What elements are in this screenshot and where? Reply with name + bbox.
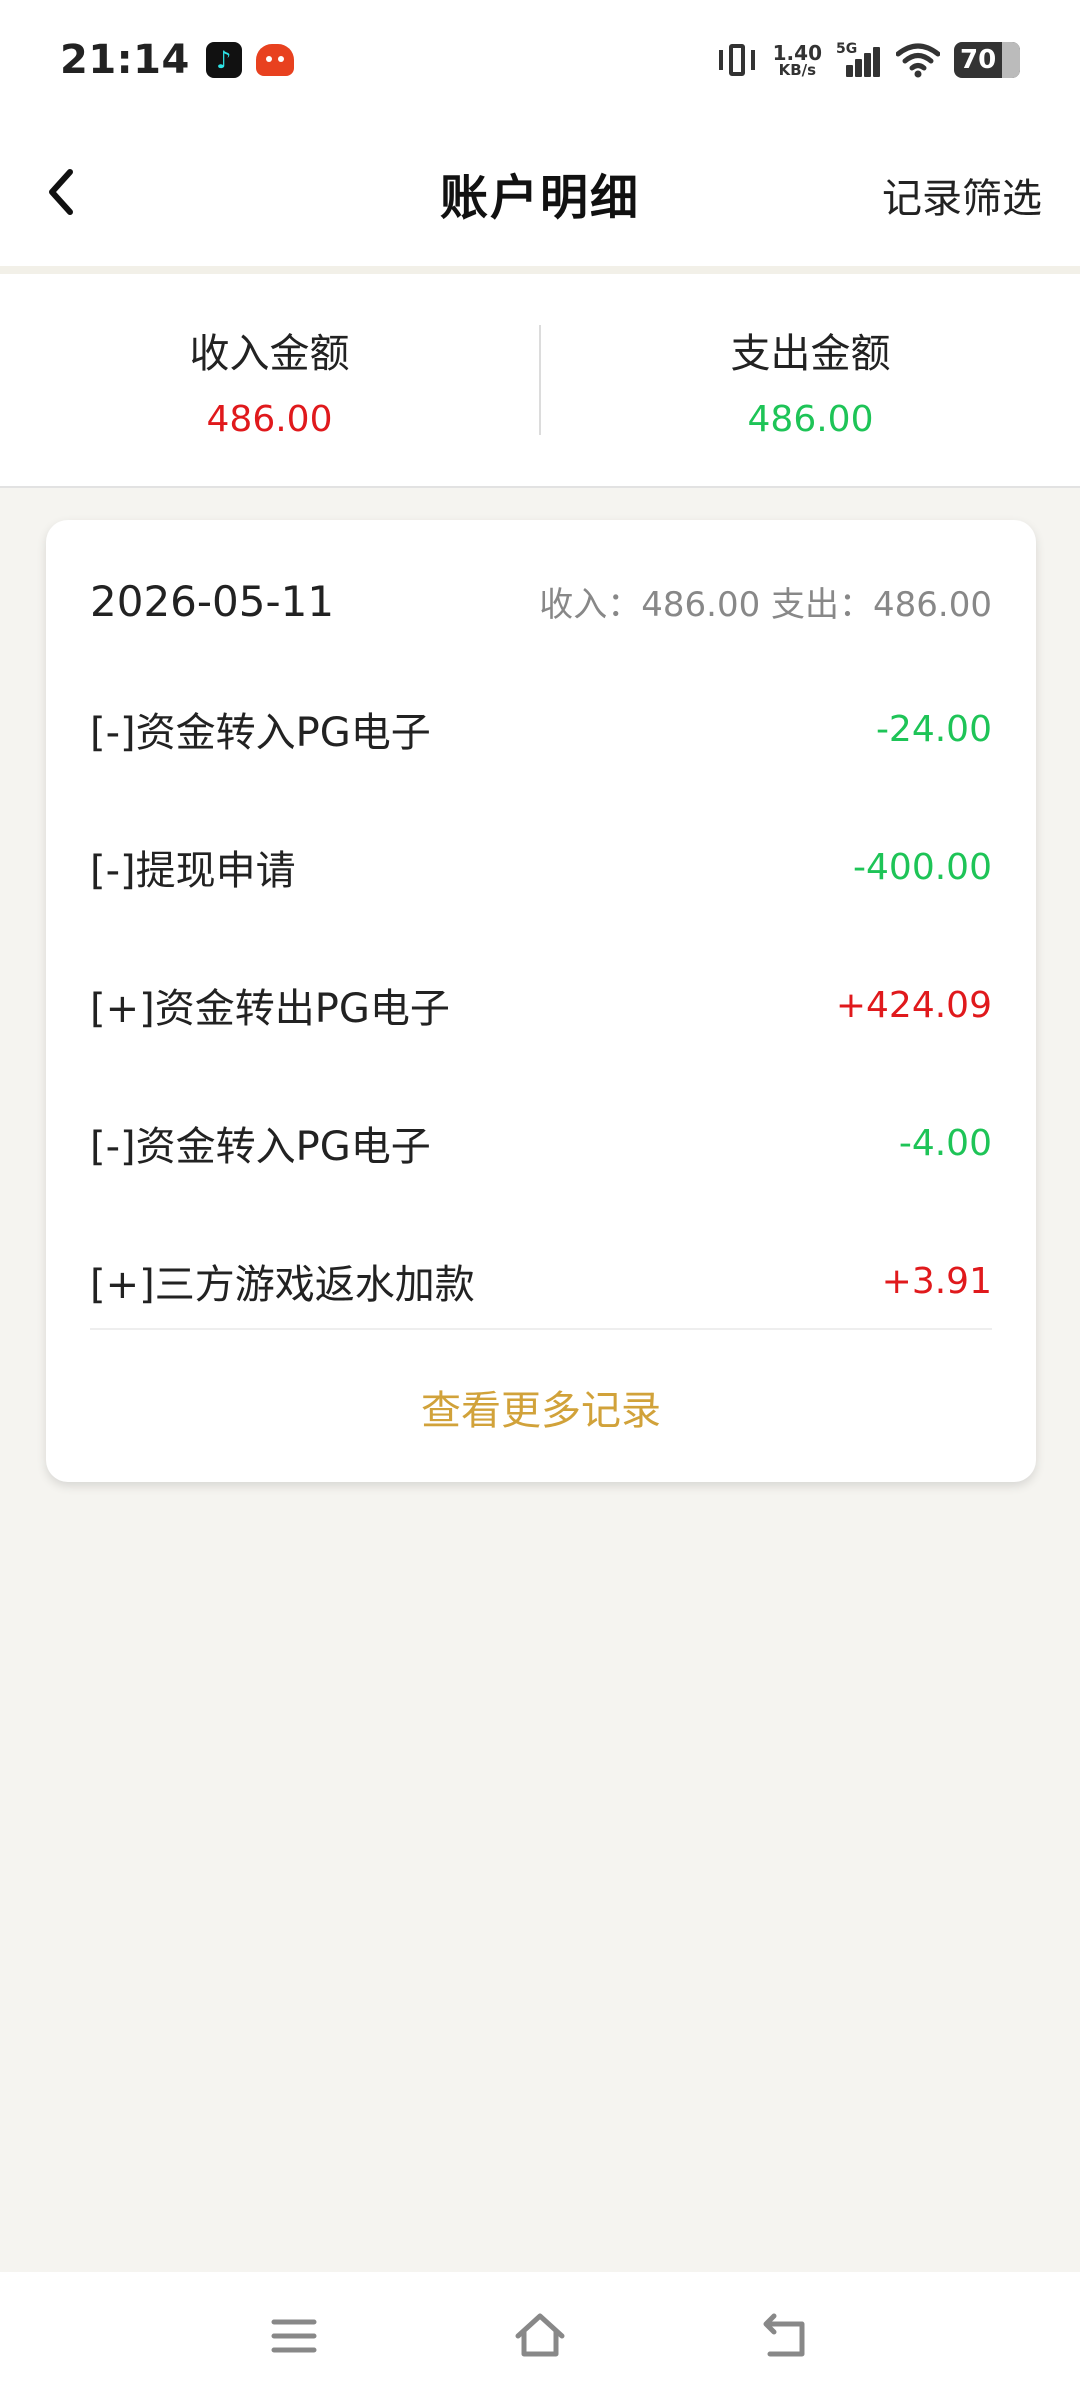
expense-value: 486.00 bbox=[747, 398, 874, 440]
record-label: [+]三方游戏返水加款 bbox=[90, 1262, 475, 1308]
income-summary: 收入金额 486.00 bbox=[0, 274, 539, 486]
menu-icon[interactable] bbox=[266, 2308, 322, 2364]
divider bbox=[0, 266, 1080, 274]
record-filter-button[interactable]: 记录筛选 bbox=[882, 166, 1042, 224]
record-label: [+]资金转出PG电子 bbox=[90, 986, 450, 1032]
income-label: 收入金额 bbox=[189, 330, 350, 377]
income-value: 486.00 bbox=[206, 398, 333, 440]
page-title: 账户明细 bbox=[439, 170, 640, 226]
back-arrow-icon[interactable] bbox=[40, 162, 80, 222]
record-amount: -400.00 bbox=[853, 846, 992, 888]
record-row[interactable]: [-]资金转入PG电子 -24.00 bbox=[90, 660, 992, 798]
record-row[interactable]: [-]资金转入PG电子 -4.00 bbox=[90, 1074, 992, 1212]
battery-icon: 70 bbox=[954, 42, 1020, 78]
battery-level: 70 bbox=[960, 45, 997, 75]
view-more-records-button[interactable]: 查看更多记录 bbox=[46, 1332, 1036, 1482]
system-nav-bar bbox=[0, 2272, 1080, 2400]
record-amount: -24.00 bbox=[875, 708, 992, 750]
network-speed-value: 1.40 bbox=[772, 40, 822, 65]
record-date: 2026-05-11 bbox=[90, 576, 335, 626]
nav-bar: 账户明细 记录筛选 bbox=[0, 120, 1080, 266]
record-list: [-]资金转入PG电子 -24.00 [-]提现申请 -400.00 [+]资金… bbox=[90, 660, 992, 1350]
record-label: [-]资金转入PG电子 bbox=[90, 710, 431, 756]
record-label: [-]资金转入PG电子 bbox=[90, 1124, 431, 1170]
game-app-icon bbox=[255, 44, 294, 76]
day-totals: 收入：486.00 支出：486.00 bbox=[539, 584, 992, 625]
record-row[interactable]: [+]资金转出PG电子 +424.09 bbox=[90, 936, 992, 1074]
tiktok-icon: ♪ bbox=[205, 42, 242, 78]
expense-summary: 支出金额 486.00 bbox=[541, 274, 1080, 486]
vibrate-icon bbox=[715, 42, 759, 78]
expense-label: 支出金额 bbox=[730, 330, 891, 377]
card-divider bbox=[90, 1328, 992, 1330]
record-label: [-]提现申请 bbox=[90, 848, 296, 894]
signal-icon: 5G bbox=[836, 41, 882, 79]
network-speed-unit: KB/s bbox=[778, 60, 817, 79]
wifi-icon bbox=[896, 43, 940, 78]
record-amount: -4.00 bbox=[898, 1122, 992, 1164]
status-time: 21:14 bbox=[60, 37, 190, 83]
record-amount: +3.91 bbox=[881, 1260, 992, 1302]
record-amount: +424.09 bbox=[835, 984, 992, 1026]
network-type: 5G bbox=[836, 41, 858, 57]
network-speed: 1.40 KB/s bbox=[773, 43, 822, 78]
status-indicators: 1.40 KB/s 5G 70 bbox=[715, 41, 1020, 79]
back-icon[interactable] bbox=[758, 2308, 814, 2364]
status-bar: 21:14 ♪ 1.40 KB/s 5G 70 bbox=[0, 0, 1080, 120]
amount-summary: 收入金额 486.00 支出金额 486.00 bbox=[0, 274, 1080, 488]
record-card: 2026-05-11 收入：486.00 支出：486.00 [-]资金转入PG… bbox=[46, 520, 1036, 1482]
card-header: 2026-05-11 收入：486.00 支出：486.00 bbox=[90, 556, 992, 646]
home-icon[interactable] bbox=[512, 2308, 568, 2364]
record-row[interactable]: [-]提现申请 -400.00 bbox=[90, 798, 992, 936]
